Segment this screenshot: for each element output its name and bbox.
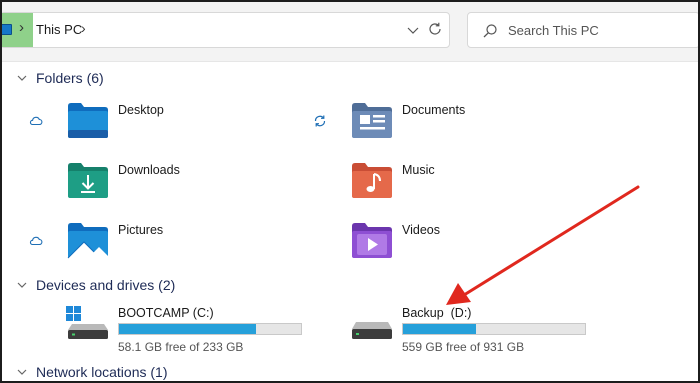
music-folder-icon [352,163,392,198]
section-network-locations[interactable]: Network locations (1) [16,362,168,381]
this-pc-icon [2,24,12,35]
section-devices-and-drives[interactable]: Devices and drives (2) [16,275,175,295]
drive-d[interactable]: Backup (D:) 559 GB free of 931 GB [350,306,590,354]
folder-music[interactable]: Music [350,160,435,208]
desktop-folder-icon [68,103,108,138]
folder-desktop[interactable]: Desktop [66,100,164,148]
folder-label: Downloads [118,163,180,177]
drive-usage-bar [118,323,302,335]
sync-icon [314,115,326,127]
downloads-folder-icon [68,163,108,198]
folder-pictures[interactable]: Pictures [66,220,163,268]
videos-folder-icon [352,223,392,258]
chevron-down-icon[interactable] [16,279,28,291]
folder-label: Desktop [118,103,164,117]
chevron-down-icon[interactable] [405,22,421,38]
chevron-down-icon[interactable] [16,366,28,378]
drive-name: Backup (D:) [402,306,472,320]
search-icon [483,24,497,38]
folder-downloads[interactable]: Downloads [66,160,180,208]
breadcrumb-this-pc[interactable]: This PC [36,22,82,37]
drive-usage-fill [403,324,476,334]
search-input[interactable]: Search This PC [508,23,599,38]
folder-label: Videos [402,223,440,237]
chevron-down-icon[interactable] [16,72,28,84]
file-explorer-window: › This PC › Search This PC Folders (6) D… [0,0,700,383]
folder-videos[interactable]: Videos [350,220,440,268]
section-title: Devices and drives (2) [36,277,176,293]
refresh-icon[interactable] [427,21,443,37]
breadcrumb-chevron-icon[interactable]: › [19,19,24,36]
documents-folder-icon [352,103,392,138]
section-title: Network locations (1) [36,364,168,380]
address-bar[interactable]: › This PC › [2,12,450,48]
folder-label: Music [402,163,435,177]
pictures-folder-icon [67,223,108,259]
folder-documents[interactable]: Documents [350,100,465,148]
windows-drive-icon [66,306,108,339]
section-title: Folders (6) [36,70,104,86]
toolbar: › This PC › Search This PC [2,2,698,62]
drive-usage-fill [119,324,256,334]
search-box[interactable]: Search This PC [467,12,698,48]
drive-free-space: 559 GB free of 931 GB [402,340,525,354]
drive-icon [352,322,392,339]
folder-label: Pictures [118,223,164,237]
drive-name: BOOTCAMP (C:) [118,306,214,320]
breadcrumb-chevron-icon[interactable]: › [81,20,86,36]
drive-c[interactable]: BOOTCAMP (C:) 58.1 GB free of 233 GB [66,306,306,354]
folder-label: Documents [402,103,466,117]
cloud-icon [29,116,43,126]
cloud-icon [29,236,43,246]
drive-usage-bar [402,323,586,335]
drive-free-space: 58.1 GB free of 233 GB [118,340,244,354]
section-folders[interactable]: Folders (6) [16,68,104,88]
